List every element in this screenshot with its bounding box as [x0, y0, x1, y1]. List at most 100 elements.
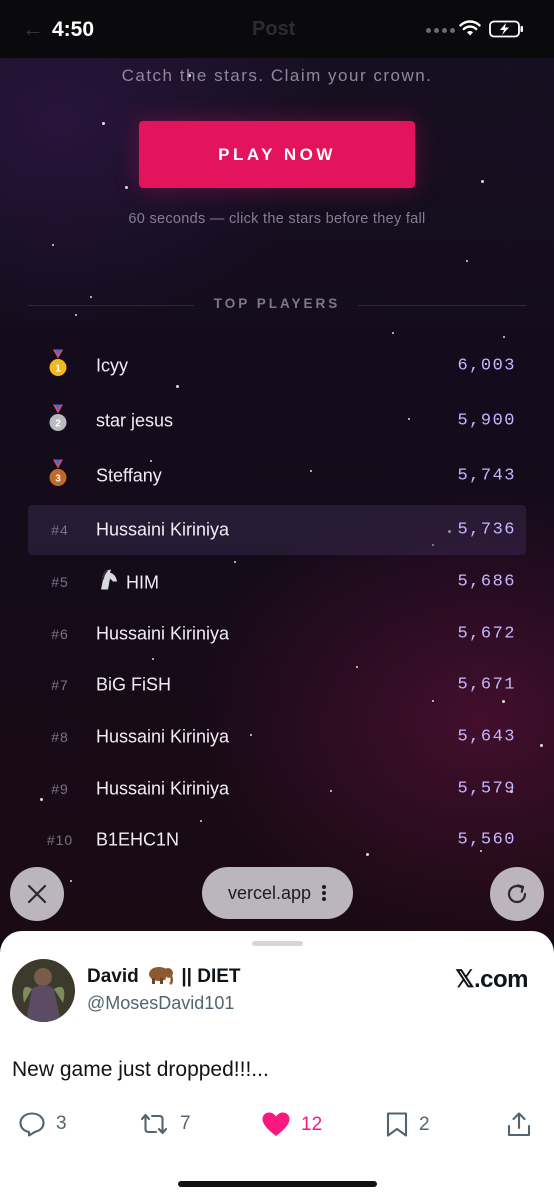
repost-icon: [140, 1113, 168, 1135]
player-name-text: Hussaini Kiriniya: [96, 519, 230, 540]
leaderboard-row: #4 Hussaini Kiriniya 5,736: [28, 505, 526, 555]
leaderboard-row: 1 Icyy 6,003: [28, 341, 526, 391]
repost-button[interactable]: 7: [138, 1111, 191, 1137]
star: [481, 180, 484, 183]
leaderboard-row: 3 Steffany 5,743: [28, 451, 526, 501]
reply-icon: [19, 1112, 45, 1137]
url-pill[interactable]: vercel.app: [202, 867, 353, 919]
leaderboard-title: TOP PLAYERS: [213, 296, 341, 311]
player-name-text: BiG FiSH: [96, 674, 172, 695]
player-name: BiG FiSH: [96, 675, 171, 696]
player-score: 6,003: [457, 356, 516, 376]
player-rank: #4: [51, 522, 69, 538]
site-label[interactable]: 𝕏.com: [455, 965, 528, 994]
share-icon: [507, 1112, 531, 1137]
leaderboard-row: 2 star jesus 5,900: [28, 396, 526, 446]
post-text: New game just dropped!!!...: [12, 1058, 269, 1081]
player-name: Icyy: [96, 356, 128, 377]
like-button[interactable]: 12: [261, 1111, 322, 1138]
player-name-text: HIM: [126, 572, 159, 593]
svg-text:2: 2: [55, 419, 61, 430]
close-icon: [27, 884, 47, 904]
repost-count: 7: [180, 1113, 191, 1134]
reply-button[interactable]: 3: [18, 1111, 67, 1137]
bookmark-icon: [386, 1112, 408, 1137]
author-handle[interactable]: @MosesDavid101: [87, 993, 234, 1014]
post-card: David || DIET @MosesDavid101 𝕏.com New g…: [0, 931, 554, 1199]
svg-text:3: 3: [55, 474, 61, 485]
bookmark-button[interactable]: 2: [385, 1111, 430, 1138]
more-vertical-icon[interactable]: [321, 884, 327, 902]
player-rank: #9: [51, 781, 69, 797]
reply-count: 3: [56, 1113, 67, 1134]
reload-icon: [507, 884, 527, 904]
leaderboard-header: TOP PLAYERS: [28, 296, 526, 316]
player-name-text: Icyy: [96, 355, 129, 376]
game-tagline: Catch the stars. Claim your crown.: [121, 66, 433, 85]
leaderboard-row: #7 BiG FiSH 5,671: [28, 660, 526, 710]
player-name-text: Steffany: [96, 465, 162, 486]
bronze-medal-icon: 3: [48, 459, 68, 493]
player-rank: #5: [51, 574, 69, 590]
author-name-first: David: [87, 966, 139, 987]
game-webview[interactable]: Catch the stars. Claim your crown. PLAY …: [0, 0, 554, 940]
star: [102, 122, 105, 125]
leaderboard-row: #10 B1EHC1N 5,560: [28, 815, 526, 865]
avatar[interactable]: [12, 959, 75, 1022]
svg-text:1: 1: [55, 364, 61, 375]
player-name-text: B1EHC1N: [96, 829, 180, 850]
star: [466, 260, 468, 262]
leaderboard-row: #6 Hussaini Kiriniya 5,672: [28, 609, 526, 659]
player-name: Hussaini Kiriniya: [96, 727, 229, 748]
star: [503, 336, 505, 338]
divider: [358, 305, 526, 306]
player-score: 5,743: [457, 466, 516, 486]
author-name-suffix: || DIET: [181, 966, 241, 987]
post-actions: 3 7 12 2: [0, 1105, 554, 1145]
signal-dots-icon: [426, 28, 455, 33]
game-hint: 60 seconds — click the stars before they…: [128, 211, 426, 227]
silver-medal-icon: 2: [48, 404, 68, 438]
player-name: HIM: [96, 569, 159, 596]
player-name: star jesus: [96, 411, 173, 432]
status-bar: ← 4:50 Post: [0, 0, 554, 58]
home-indicator: [178, 1181, 377, 1187]
sheet-grabber[interactable]: [252, 941, 303, 946]
like-count: 12: [301, 1113, 323, 1135]
battery-charging-icon: [489, 20, 523, 38]
bookmark-count: 2: [419, 1113, 430, 1135]
author-name[interactable]: David || DIET: [87, 965, 241, 988]
close-button[interactable]: [10, 867, 64, 921]
player-rank: #8: [51, 729, 69, 745]
play-now-button[interactable]: PLAY NOW: [139, 121, 415, 188]
page-title: Post: [252, 18, 296, 40]
player-score: 5,686: [457, 572, 516, 592]
star: [52, 244, 54, 246]
mammoth-icon: [149, 967, 174, 985]
player-name: Hussaini Kiriniya: [96, 520, 229, 541]
player-score: 5,736: [457, 520, 516, 540]
leaderboard-row: #8 Hussaini Kiriniya 5,643: [28, 712, 526, 762]
player-score: 5,672: [457, 624, 516, 644]
reload-button[interactable]: [490, 867, 544, 921]
player-score: 5,900: [457, 411, 516, 431]
player-name: B1EHC1N: [96, 830, 179, 851]
player-name-text: Hussaini Kiriniya: [96, 726, 230, 747]
player-name: Steffany: [96, 466, 162, 487]
player-name-text: Hussaini Kiriniya: [96, 778, 230, 799]
url-label: vercel.app: [227, 882, 312, 903]
player-name: Hussaini Kiriniya: [96, 624, 229, 645]
player-name: Hussaini Kiriniya: [96, 779, 229, 800]
player-rank: #6: [51, 626, 69, 642]
share-button[interactable]: [506, 1111, 532, 1138]
wifi-icon: [459, 20, 481, 36]
heart-icon: [262, 1112, 290, 1136]
gold-medal-icon: 1: [48, 349, 68, 383]
back-arrow-icon[interactable]: ←: [22, 16, 44, 42]
player-rank: #7: [51, 677, 69, 693]
horse-icon: [96, 569, 120, 596]
star: [540, 744, 543, 747]
star: [125, 186, 128, 189]
leaderboard-row: #9 Hussaini Kiriniya 5,579: [28, 764, 526, 814]
status-time: 4:50: [52, 18, 95, 41]
